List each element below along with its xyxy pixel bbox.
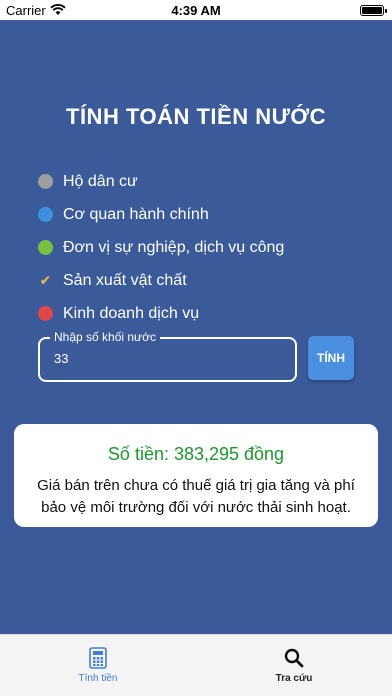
calculator-icon	[89, 647, 107, 669]
calculate-button[interactable]: TÍNH	[308, 336, 354, 380]
result-card: Số tiền: 383,295 đồng Giá bán trên chưa …	[14, 424, 378, 527]
option-ho-dan-cu[interactable]: Hộ dân cư	[38, 165, 284, 198]
option-don-vi-su-nghiep[interactable]: Đơn vị sự nghiệp, dịch vụ công	[38, 231, 284, 264]
option-label: Cơ quan hành chính	[63, 205, 209, 223]
radio-dot-icon	[38, 306, 53, 321]
category-radio-group: Hộ dân cư Cơ quan hành chính Đơn vị sự n…	[38, 165, 284, 330]
clock: 4:39 AM	[171, 3, 221, 18]
radio-dot-icon	[38, 240, 53, 255]
option-kinh-doanh-dich-vu[interactable]: Kinh doanh dịch vụ	[38, 297, 284, 330]
water-volume-label: Nhập số khối nước	[50, 330, 160, 344]
battery-icon	[360, 5, 387, 16]
tab-calculate-label: Tính tiền	[78, 673, 118, 684]
radio-dot-icon	[38, 174, 53, 189]
option-label: Hộ dân cư	[63, 172, 138, 190]
result-note: Giá bán trên chưa có thuế giá trị gia tă…	[37, 477, 355, 516]
option-label: Sản xuất vật chất	[63, 271, 187, 289]
tab-bar: Tính tiền Tra cứu	[0, 634, 392, 696]
option-co-quan-hanh-chinh[interactable]: Cơ quan hành chính	[38, 198, 284, 231]
checkmark-icon: ✔	[39, 272, 52, 288]
result-amount: Số tiền: 383,295 đồng	[107, 444, 285, 464]
tab-lookup[interactable]: Tra cứu	[234, 647, 354, 684]
status-bar: Carrier 4:39 AM	[0, 0, 392, 20]
water-volume-input[interactable]	[54, 351, 274, 366]
option-san-xuat-vat-chat[interactable]: ✔ Sản xuất vật chất	[38, 264, 284, 297]
page-title: TÍNH TOÁN TIỀN NƯỚC	[66, 104, 326, 129]
option-label: Kinh doanh dịch vụ	[63, 304, 200, 322]
option-label: Đơn vị sự nghiệp, dịch vụ công	[63, 238, 285, 256]
tab-calculate[interactable]: Tính tiền	[38, 647, 158, 684]
tab-lookup-label: Tra cứu	[275, 673, 313, 684]
radio-dot-icon	[38, 207, 53, 222]
search-icon	[284, 648, 304, 668]
water-volume-field[interactable]: Nhập số khối nước	[38, 330, 297, 382]
